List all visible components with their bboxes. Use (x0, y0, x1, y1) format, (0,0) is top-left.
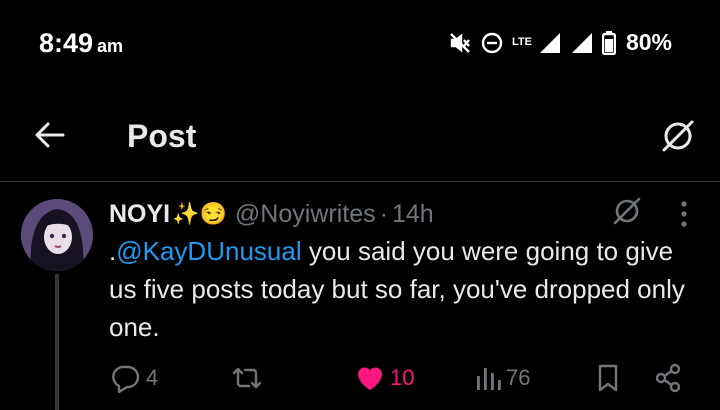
views-button[interactable]: 76 (474, 360, 530, 396)
signal-icon-2 (571, 32, 592, 53)
repost-button[interactable] (230, 360, 268, 396)
tweet-age[interactable]: 14h (392, 200, 434, 229)
views-count: 76 (506, 365, 531, 390)
handle[interactable]: @Noyiwrites (235, 200, 376, 229)
dnd-icon (481, 32, 503, 53)
share-button[interactable] (652, 360, 684, 396)
avatar-art (21, 199, 93, 271)
bookmark-icon (598, 364, 618, 392)
back-arrow-icon[interactable] (33, 118, 67, 152)
tweet-meta: NOYI ✨😏 @Noyiwrites · 14h (109, 198, 434, 230)
header: Post (0, 104, 720, 168)
avatar[interactable] (21, 199, 93, 271)
mute-icon (450, 32, 470, 53)
more-icon[interactable] (670, 199, 698, 229)
repost-icon (232, 367, 262, 389)
name-emojis: ✨😏 (172, 201, 227, 226)
action-bar: 4 10 76 (0, 360, 720, 396)
share-icon (655, 363, 681, 393)
tweet-text: .@KayDUnusual you said you were going to… (109, 232, 689, 346)
network-label: LTE (511, 36, 532, 48)
battery-icon (601, 30, 616, 55)
reply-button[interactable]: 4 (110, 360, 158, 396)
meta-separator: · (379, 199, 388, 228)
like-button[interactable]: 10 (354, 360, 414, 396)
battery-level: 80% (625, 29, 672, 55)
time-ampm: am (97, 36, 124, 56)
status-time: 8:49 am (39, 28, 123, 59)
mention-link[interactable]: @KayDUnusual (116, 236, 301, 266)
grok-icon-small[interactable] (612, 196, 642, 226)
reply-icon (112, 365, 140, 394)
time-value: 8:49 (39, 28, 94, 58)
bookmark-button[interactable] (594, 360, 622, 396)
reply-count: 4 (146, 365, 159, 390)
page-title: Post (127, 118, 197, 154)
views-icon (477, 368, 501, 390)
like-count: 10 (390, 365, 415, 390)
heart-icon (357, 367, 383, 390)
display-name[interactable]: NOYI (109, 200, 170, 229)
header-divider (0, 181, 720, 182)
signal-icon (539, 32, 560, 53)
status-icons: LTE 80% (448, 29, 672, 56)
grok-icon[interactable] (660, 118, 696, 154)
status-bar: 8:49 am LTE 80% (0, 0, 720, 84)
